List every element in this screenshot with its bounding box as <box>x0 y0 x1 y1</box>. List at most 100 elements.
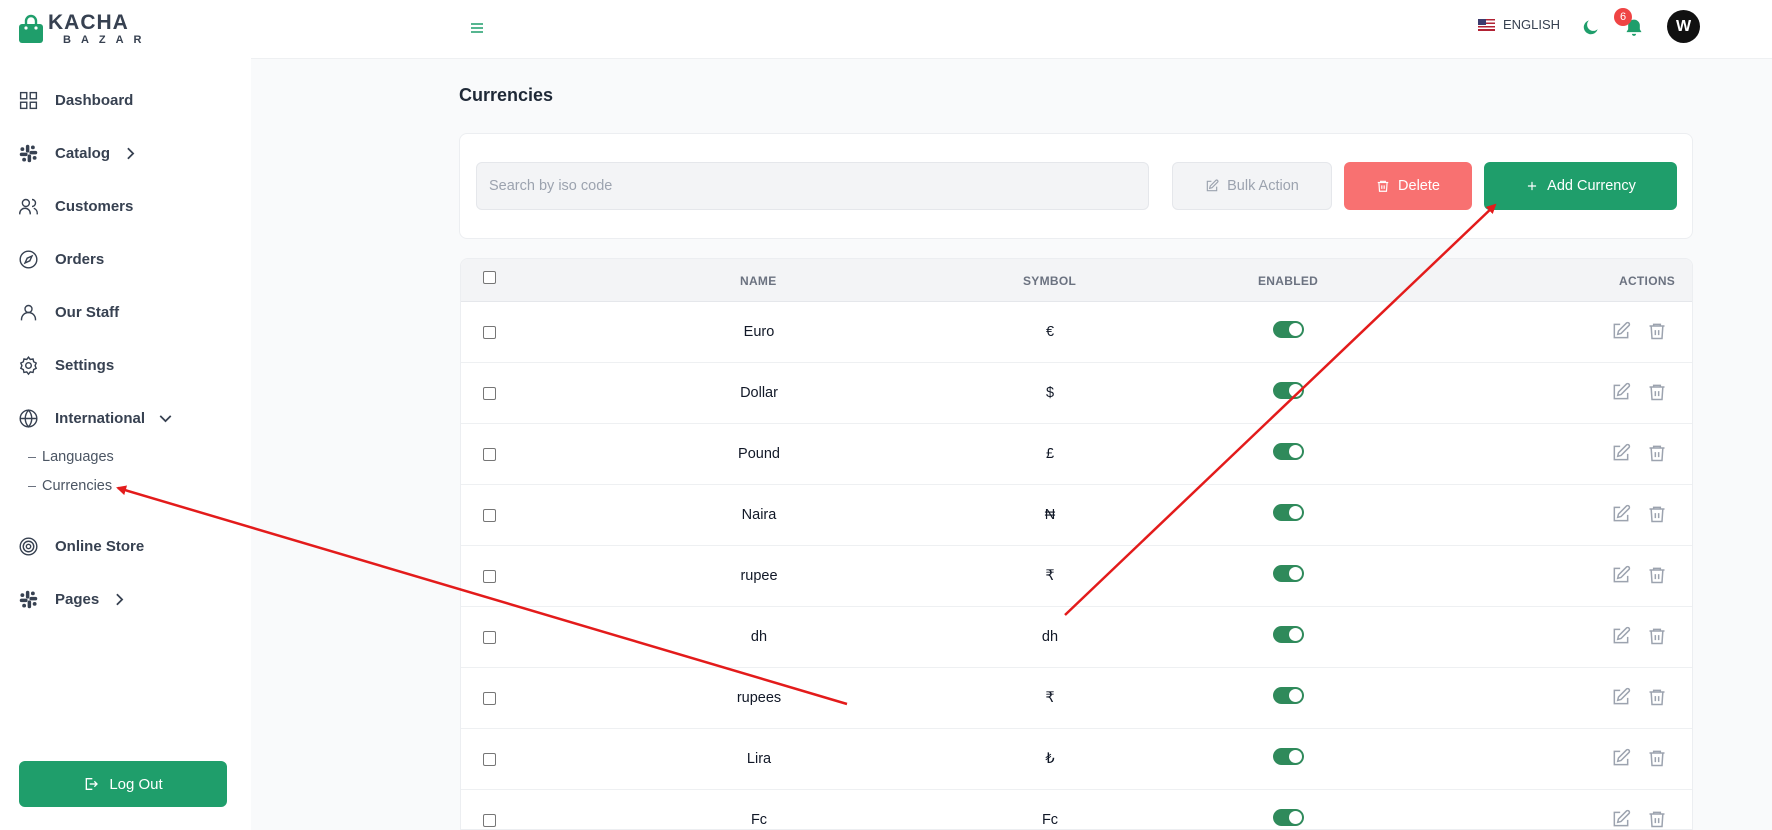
edit-icon[interactable] <box>1611 748 1631 768</box>
delete-button[interactable]: Delete <box>1344 162 1472 210</box>
enabled-toggle[interactable] <box>1273 504 1304 521</box>
trash-icon[interactable] <box>1647 687 1667 707</box>
edit-icon[interactable] <box>1611 626 1631 646</box>
edit-icon[interactable] <box>1611 565 1631 585</box>
table-row: Lira ₺ <box>461 729 1692 790</box>
enabled-toggle[interactable] <box>1273 565 1304 582</box>
currency-name: rupees <box>736 690 782 706</box>
currency-name: Naira <box>741 507 777 523</box>
currency-symbol: ₺ <box>1045 751 1055 767</box>
edit-icon[interactable] <box>1611 443 1631 463</box>
user-icon <box>20 304 37 320</box>
sidebar-item-orders[interactable]: Orders <box>18 247 104 271</box>
currency-symbol: ₹ <box>1045 690 1055 706</box>
edit-icon[interactable] <box>1611 809 1631 829</box>
slack-icon <box>19 144 38 162</box>
search-input[interactable] <box>476 162 1149 210</box>
enabled-toggle[interactable] <box>1273 443 1304 460</box>
language-label: ENGLISH <box>1503 17 1561 32</box>
row-checkbox[interactable] <box>483 509 496 522</box>
enabled-toggle[interactable] <box>1273 382 1304 399</box>
chevron-right-icon <box>116 593 124 605</box>
sidebar-item-online-store[interactable]: Online Store <box>18 534 144 558</box>
sidebar-item-customers[interactable]: Customers <box>18 194 133 218</box>
trash-icon[interactable] <box>1647 443 1667 463</box>
trash-icon[interactable] <box>1647 748 1667 768</box>
sidebar-item-international[interactable]: International <box>18 406 176 430</box>
sidebar-item-label: Pages <box>55 590 100 608</box>
edit-icon[interactable] <box>1611 321 1631 341</box>
trash-icon[interactable] <box>1647 504 1667 524</box>
edit-icon[interactable] <box>1611 504 1631 524</box>
sidebar-item-dashboard[interactable]: Dashboard <box>18 88 133 112</box>
sidebar-subitem-label: Languages <box>42 449 114 465</box>
row-checkbox[interactable] <box>483 387 496 400</box>
dash-icon <box>28 485 36 487</box>
sidebar-item-our-staff[interactable]: Our Staff <box>18 300 119 324</box>
sidebar-item-settings[interactable]: Settings <box>18 353 114 377</box>
table-row: Pound £ <box>461 424 1692 485</box>
table-row: rupees ₹ <box>461 668 1692 729</box>
logout-button[interactable]: Log Out <box>19 761 227 807</box>
us-flag-icon <box>1478 18 1495 31</box>
notification-badge: 6 <box>1614 8 1632 26</box>
row-checkbox[interactable] <box>483 692 496 705</box>
currency-symbol: $ <box>1045 385 1055 401</box>
brand-name-top: KACHA <box>48 11 129 34</box>
edit-icon[interactable] <box>1611 382 1631 402</box>
moon-icon[interactable] <box>1581 17 1601 37</box>
currency-name: Fc <box>750 812 768 828</box>
sidebar-item-label: Customers <box>55 197 134 215</box>
currency-name: dh <box>750 629 768 645</box>
currency-symbol: £ <box>1045 446 1055 462</box>
currency-symbol: ₹ <box>1045 568 1055 584</box>
sidebar-item-pages[interactable]: Pages <box>18 587 130 611</box>
row-checkbox[interactable] <box>483 631 496 644</box>
edit-icon[interactable] <box>1611 687 1631 707</box>
logout-label: Log Out <box>109 775 163 793</box>
row-checkbox[interactable] <box>483 814 496 827</box>
row-checkbox[interactable] <box>483 326 496 339</box>
top-header: ENGLISH 6 W <box>251 0 1772 59</box>
page-title: Currencies <box>459 85 554 105</box>
bulk-action-button[interactable]: Bulk Action <box>1172 162 1332 210</box>
trash-icon[interactable] <box>1647 321 1667 341</box>
sidebar-subitem-currencies[interactable]: Currencies <box>28 476 112 496</box>
trash-icon[interactable] <box>1647 565 1667 585</box>
brand-name-bottom: BAZAR <box>63 34 152 46</box>
brand-logo[interactable]: KACHA BAZAR <box>18 12 152 46</box>
sidebar-item-label: Settings <box>55 356 115 374</box>
sidebar-item-catalog[interactable]: Catalog <box>18 141 141 165</box>
sidebar-item-label: Dashboard <box>55 91 134 109</box>
currency-symbol: ₦ <box>1044 507 1056 523</box>
delete-label: Delete <box>1398 178 1440 194</box>
users-icon <box>19 198 38 214</box>
enabled-toggle[interactable] <box>1273 809 1304 826</box>
select-all-checkbox[interactable] <box>483 271 496 284</box>
row-checkbox[interactable] <box>483 753 496 766</box>
language-selector[interactable]: ENGLISH <box>1478 17 1560 32</box>
enabled-toggle[interactable] <box>1273 687 1304 704</box>
avatar[interactable]: W <box>1667 10 1700 43</box>
row-checkbox[interactable] <box>483 570 496 583</box>
grid-icon <box>19 91 38 109</box>
currency-name: Pound <box>738 446 780 462</box>
trash-icon[interactable] <box>1647 626 1667 646</box>
add-currency-button[interactable]: Add Currency <box>1484 162 1677 210</box>
menu-icon[interactable] <box>469 20 485 36</box>
sidebar-item-label: Our Staff <box>55 303 120 321</box>
add-currency-label: Add Currency <box>1547 178 1636 194</box>
enabled-toggle[interactable] <box>1273 626 1304 643</box>
shopping-bag-icon <box>18 14 44 44</box>
trash-icon[interactable] <box>1647 382 1667 402</box>
sidebar-subitem-languages[interactable]: Languages <box>28 447 114 467</box>
table-header: NAME SYMBOL ENABLED ACTIONS <box>461 259 1692 302</box>
row-checkbox[interactable] <box>483 448 496 461</box>
table-row: Dollar $ <box>461 363 1692 424</box>
toolbar: Bulk Action Delete Add Currency <box>459 133 1693 239</box>
gear-icon <box>19 355 38 375</box>
enabled-toggle[interactable] <box>1273 321 1304 338</box>
column-header-name: NAME <box>740 274 777 288</box>
trash-icon[interactable] <box>1647 809 1667 829</box>
enabled-toggle[interactable] <box>1273 748 1304 765</box>
